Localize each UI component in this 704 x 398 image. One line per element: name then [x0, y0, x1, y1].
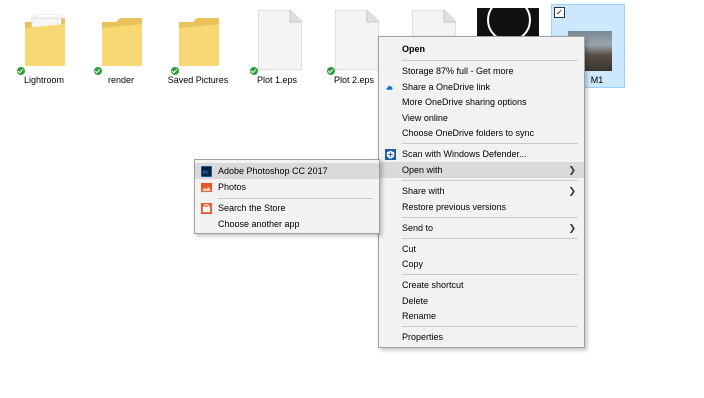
sync-status-icon [327, 67, 335, 75]
sync-status-icon [250, 67, 258, 75]
menu-item-choose-onedrive-folders[interactable]: Choose OneDrive folders to sync [379, 125, 584, 141]
menu-item-view-online[interactable]: View online [379, 110, 584, 126]
menu-item-properties[interactable]: Properties [379, 329, 584, 345]
document-icon [258, 10, 302, 70]
submenu-item-photos[interactable]: Photos [195, 179, 379, 195]
folder-icon [179, 18, 219, 66]
menu-item-delete[interactable]: Delete [379, 293, 584, 309]
sync-status-icon [17, 67, 25, 75]
menu-separator [402, 274, 578, 275]
folder-icon [102, 18, 142, 66]
menu-item-create-shortcut[interactable]: Create shortcut [379, 277, 584, 293]
menu-item-restore-versions[interactable]: Restore previous versions [379, 199, 584, 215]
folder-item-saved-pictures[interactable]: Saved Pictures [161, 4, 235, 90]
folder-icon [25, 14, 65, 66]
sync-status-icon [171, 67, 179, 75]
menu-separator [402, 238, 578, 239]
file-name: render [107, 75, 134, 85]
chevron-right-icon: ❯ [568, 223, 576, 233]
menu-item-storage[interactable]: Storage 87% full - Get more [379, 63, 584, 79]
menu-separator [402, 180, 578, 181]
menu-separator [402, 326, 578, 327]
menu-separator [402, 143, 578, 144]
menu-item-share-with[interactable]: Share with ❯ [379, 183, 584, 199]
sync-status-icon [94, 67, 102, 75]
menu-item-copy[interactable]: Copy [379, 256, 584, 272]
folder-item-lightroom[interactable]: Lightroom [7, 4, 81, 90]
svg-text:Ps: Ps [203, 170, 209, 176]
menu-item-send-to[interactable]: Send to ❯ [379, 220, 584, 236]
onedrive-cloud-icon [386, 85, 393, 90]
submenu-item-search-store[interactable]: Search the Store [195, 200, 379, 216]
menu-item-share-onedrive-link[interactable]: Share a OneDrive link [379, 79, 584, 95]
folder-item-render[interactable]: render [84, 4, 158, 90]
menu-item-cut[interactable]: Cut [379, 241, 584, 257]
file-name: Plot 1.eps [256, 75, 298, 85]
store-icon [201, 203, 212, 214]
document-icon [335, 10, 379, 70]
photoshop-icon: Ps [201, 166, 212, 177]
file-item-plot1[interactable]: Plot 1.eps [240, 4, 314, 90]
chevron-right-icon: ❯ [568, 165, 576, 175]
menu-item-more-onedrive-sharing[interactable]: More OneDrive sharing options [379, 94, 584, 110]
file-list: Lightroom render Saved Pictures Plot 1.e… [0, 0, 704, 95]
open-with-submenu: Ps Adobe Photoshop CC 2017 Photos Search… [194, 159, 380, 234]
submenu-item-choose-another-app[interactable]: Choose another app [195, 216, 379, 232]
menu-item-open[interactable]: Open [379, 41, 584, 57]
selection-checkbox[interactable]: ✓ [554, 7, 565, 18]
file-name: Lightroom [23, 75, 65, 85]
menu-item-rename[interactable]: Rename [379, 308, 584, 324]
submenu-item-photoshop[interactable]: Ps Adobe Photoshop CC 2017 [195, 163, 379, 179]
menu-separator [402, 217, 578, 218]
chevron-right-icon: ❯ [568, 186, 576, 196]
menu-separator [402, 60, 578, 61]
file-name: Saved Pictures [167, 75, 229, 85]
menu-item-scan-defender[interactable]: Scan with Windows Defender... [379, 146, 584, 162]
menu-separator [218, 198, 373, 199]
windows-defender-icon [385, 149, 396, 160]
photos-icon [201, 182, 212, 193]
context-menu: Open Storage 87% full - Get more Share a… [378, 36, 585, 348]
menu-item-open-with[interactable]: Open with ❯ [379, 162, 584, 178]
